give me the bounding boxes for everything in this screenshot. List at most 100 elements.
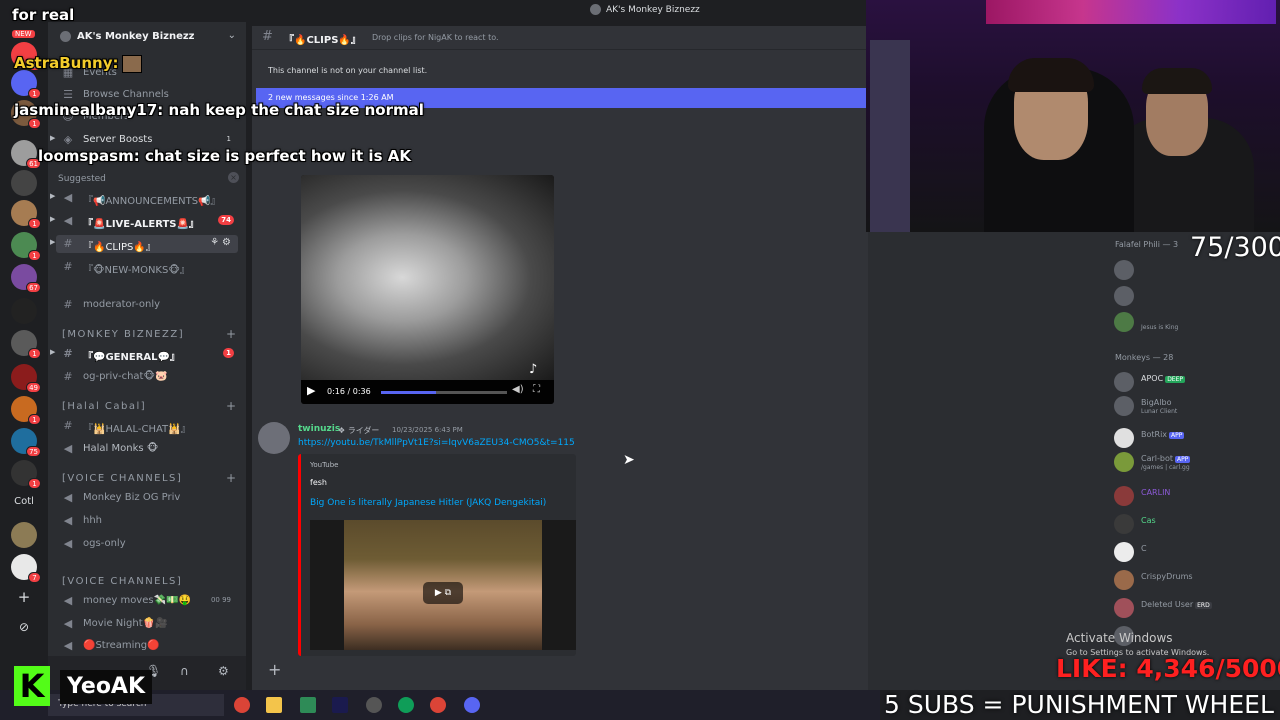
add-channel-icon[interactable]: + xyxy=(226,327,236,341)
gear-icon[interactable]: ⚙ xyxy=(218,664,229,678)
mention-badge: 1 xyxy=(223,348,234,358)
message-link[interactable]: https://youtu.be/TkMllPpVt1E?si=IqvV6aZE… xyxy=(298,438,575,448)
channel-label: moderator-only xyxy=(83,299,161,310)
voice-channel-halal-monks[interactable]: ◀ Halal Monks 🐵 xyxy=(56,440,238,458)
kick-logo: K xyxy=(14,666,50,706)
discover-icon[interactable]: ⊘ xyxy=(13,620,35,634)
discord-icon[interactable] xyxy=(464,697,480,713)
member-item[interactable]: C xyxy=(1114,540,1274,562)
server-icon[interactable] xyxy=(11,170,37,196)
channel-settings-icons[interactable]: ⚘⚙ xyxy=(210,237,234,248)
channel-general[interactable]: ▶ # 『💬GENERAL💬』 1 xyxy=(50,345,238,363)
chrome-icon[interactable] xyxy=(430,697,446,713)
play-icon[interactable]: ▶ xyxy=(307,384,315,397)
avatar[interactable] xyxy=(258,422,290,454)
member-tag: ERD xyxy=(1195,602,1212,609)
message-composer[interactable]: + xyxy=(252,656,868,690)
overlay-chat-line: loomspasm: chat size is perfect how it i… xyxy=(38,147,411,165)
voice-channel-ogs-only[interactable]: ◀ ogs-only xyxy=(56,535,238,553)
member-tag: DEEP xyxy=(1165,376,1186,383)
fullscreen-icon[interactable]: ⛶ xyxy=(533,384,540,395)
add-channel-icon[interactable]: + xyxy=(226,471,236,485)
server-icon[interactable]: 7 xyxy=(11,554,41,583)
avatar xyxy=(1114,570,1134,590)
category-voice-channels-2[interactable]: [VOICE CHANNELS] xyxy=(62,576,182,587)
add-channel-icon[interactable]: + xyxy=(226,399,236,413)
server-icon[interactable]: 1 xyxy=(11,70,41,99)
member-name-text: BotRix xyxy=(1141,430,1168,439)
chrome-icon[interactable] xyxy=(398,697,414,713)
channel-moderator-only[interactable]: # moderator-only xyxy=(56,296,238,314)
category-voice-channels[interactable]: [VOICE CHANNELS] xyxy=(62,473,182,484)
member-item[interactable]: Cas xyxy=(1114,512,1274,534)
voice-channel-og-priv[interactable]: ◀ Monkey Biz OG Priv xyxy=(56,489,238,507)
server-icon[interactable]: 1 xyxy=(11,460,41,489)
member-item[interactable]: BotRix APP xyxy=(1114,426,1274,448)
speaker-icon: ◀ xyxy=(63,617,73,630)
member-item[interactable] xyxy=(1114,284,1274,306)
video-time: 0:16 / 0:36 xyxy=(327,387,371,396)
channel-halal-chat[interactable]: # 『🕌HALAL-CHAT🕌』 xyxy=(56,417,238,435)
category-halal-cabal[interactable]: [Halal Cabal] xyxy=(62,401,146,412)
server-icon[interactable]: 61 xyxy=(11,140,41,169)
channel-label: og-priv-chat🐵🐷 xyxy=(83,371,168,382)
server-icon[interactable]: 1 xyxy=(11,200,41,229)
server-cotl-label[interactable]: Cotl xyxy=(4,496,44,507)
channel-announcements[interactable]: ▶ ◀ 『📢ANNOUNCEMENTS📢』 xyxy=(50,189,238,207)
category-monkey-biznezz[interactable]: [MONKEY BIZNEZZ] xyxy=(62,329,184,340)
channel-og-priv-chat[interactable]: # og-priv-chat🐵🐷 xyxy=(56,368,238,386)
overlay-chat-user: loomspasm: xyxy=(38,147,140,165)
server-icon[interactable] xyxy=(11,522,37,548)
close-icon[interactable]: × xyxy=(228,172,239,183)
channel-new-monks[interactable]: # 『🐵NEW-MONKS🐵』 xyxy=(56,258,238,276)
voice-channel-hhh[interactable]: ◀ hhh xyxy=(56,512,238,530)
obs-icon[interactable] xyxy=(366,697,382,713)
channel-clips[interactable]: ▶ # 『🔥CLIPS🔥』 ⚘⚙ xyxy=(50,235,238,253)
server-icon[interactable]: 75 xyxy=(11,428,41,457)
member-item[interactable]: APOC DEEP xyxy=(1114,370,1274,392)
member-status: /games | carl.gg xyxy=(1141,464,1190,471)
server-icon[interactable]: 1 xyxy=(11,330,41,359)
voice-channel-movie-night[interactable]: ◀ Movie Night🍿🎥 xyxy=(56,615,238,633)
member-item[interactable]: Jesus is King xyxy=(1114,310,1274,332)
hash-icon: # xyxy=(63,419,73,432)
embed-thumbnail[interactable]: ▶ ⧉ xyxy=(310,520,576,650)
guild-header[interactable]: AK's Monkey Biznezz ⌄ xyxy=(48,26,246,50)
video-player[interactable]: ♪ ▶ 0:16 / 0:36 ◀) ⛶ xyxy=(301,175,554,404)
play-video-icon[interactable]: ▶ ⧉ xyxy=(423,582,463,604)
embed-title[interactable]: Big One is literally Japanese Hitler (JA… xyxy=(310,498,546,508)
chrome-icon[interactable] xyxy=(234,697,250,713)
video-progress-bar[interactable] xyxy=(381,391,507,394)
streamer-name: YeoAK xyxy=(60,670,152,704)
server-icon[interactable]: 49 xyxy=(11,364,41,393)
avatar xyxy=(1114,312,1134,332)
after-effects-icon[interactable] xyxy=(332,697,348,713)
server-icon[interactable] xyxy=(11,298,37,324)
attach-plus-icon[interactable]: + xyxy=(268,660,281,679)
hash-icon: # xyxy=(63,260,73,273)
video-frame[interactable] xyxy=(301,175,554,380)
channel-live-alerts[interactable]: ▶ ◀ 『🚨LIVE-ALERTS🚨』 74 xyxy=(50,212,238,230)
chevron-down-icon[interactable]: ⌄ xyxy=(228,30,236,41)
channel-topic[interactable]: Drop clips for NigAK to react to. xyxy=(372,33,499,42)
member-item[interactable]: Deleted User ERD xyxy=(1114,596,1274,618)
member-item[interactable]: CARLIN xyxy=(1114,484,1274,506)
volume-icon[interactable]: ◀) xyxy=(512,384,524,395)
store-icon[interactable] xyxy=(300,697,316,713)
server-icon[interactable]: 1 xyxy=(11,396,41,425)
embed-author[interactable]: fesh xyxy=(310,478,327,487)
message-author[interactable]: twinuzis xyxy=(298,424,340,434)
headphones-icon[interactable]: ∩ xyxy=(180,664,189,678)
member-item[interactable]: CrispyDrums xyxy=(1114,568,1274,590)
voice-channel-streaming[interactable]: ◀ 🔴Streaming🔴 xyxy=(56,637,238,655)
member-item[interactable]: Carl-bot APP/games | carl.gg xyxy=(1114,450,1274,472)
folder-icon[interactable] xyxy=(266,697,282,713)
channel-header: # 『🔥CLIPS🔥』 Drop clips for NigAK to reac… xyxy=(252,26,868,50)
voice-channel-money-moves[interactable]: ◀ money moves💸💵🤑 00 99 xyxy=(56,592,238,610)
member-item[interactable]: BigAlbo Lunar Client xyxy=(1114,394,1274,416)
server-icon[interactable]: 1 xyxy=(11,232,41,261)
server-icon[interactable]: 67 xyxy=(11,264,41,293)
background-door xyxy=(870,40,910,232)
add-server-icon[interactable]: + xyxy=(13,588,35,606)
speaker-icon: ◀ xyxy=(63,491,73,504)
